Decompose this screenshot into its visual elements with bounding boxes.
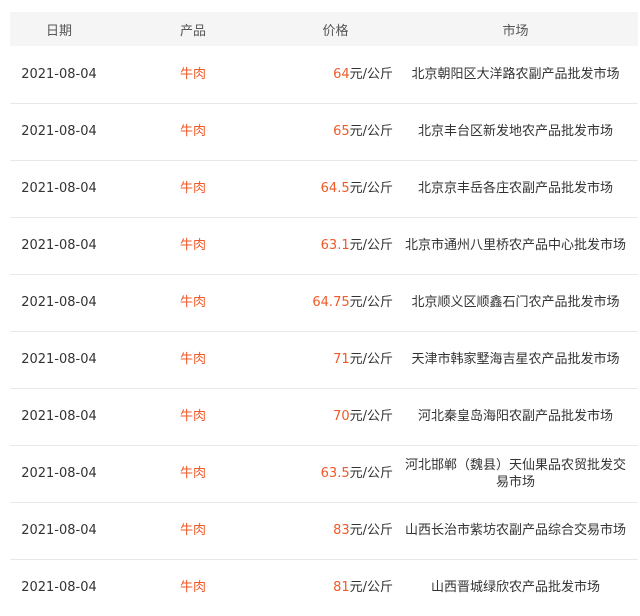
header-product: 产品 [179,23,206,39]
product-link[interactable]: 牛肉 [108,331,278,388]
date-cell: 2021-08-04 [21,580,97,596]
header-date: 日期 [45,23,72,39]
price-value: 71 [333,352,350,367]
product-link[interactable]: 牛肉 [108,502,278,559]
price-value: 70 [333,409,350,424]
product-link[interactable]: 牛肉 [108,103,278,160]
table-row: 2021-08-04 牛肉 71元/公斤 天津市韩家墅海吉星农产品批发市场 [10,331,638,388]
product-link[interactable]: 牛肉 [108,445,278,502]
table-row: 2021-08-04 牛肉 65元/公斤 北京丰台区新发地农产品批发市场 [10,103,638,160]
price-unit: 元/公斤 [349,466,393,481]
price-unit: 元/公斤 [349,580,393,596]
market-cell: 北京朝阳区大洋路农副产品批发市场 [411,66,620,82]
price-unit: 元/公斤 [349,238,393,253]
price-cell: 64.75元/公斤 [278,274,393,331]
table-row: 2021-08-04 牛肉 70元/公斤 河北秦皇岛海阳农副产品批发市场 [10,388,638,445]
price-cell: 70元/公斤 [278,388,393,445]
product-link[interactable]: 牛肉 [108,274,278,331]
market-cell: 北京市通州八里桥农产品中心批发市场 [404,238,626,253]
price-unit: 元/公斤 [349,352,393,367]
market-cell: 山西长治市紫坊农副产品综合交易市场 [404,523,626,538]
market-cell: 河北秦皇岛海阳农副产品批发市场 [417,409,613,424]
header-price: 价格 [322,23,349,39]
table-row: 2021-08-04 牛肉 63.5元/公斤 河北邯郸（魏县）天仙果品农贸批发交… [10,445,638,502]
price-value: 83 [333,523,350,538]
date-cell: 2021-08-04 [21,238,97,253]
date-cell: 2021-08-04 [21,181,97,196]
table-row: 2021-08-04 牛肉 64元/公斤 北京朝阳区大洋路农副产品批发市场 [10,46,638,103]
market-cell: 天津市韩家墅海吉星农产品批发市场 [411,352,620,367]
price-unit: 元/公斤 [349,409,393,424]
price-value: 64.75 [312,295,350,310]
header-market: 市场 [502,23,529,39]
product-link[interactable]: 牛肉 [108,559,278,616]
price-cell: 83元/公斤 [278,502,393,559]
price-unit: 元/公斤 [349,66,393,82]
price-value: 63.1 [320,238,350,253]
product-link[interactable]: 牛肉 [108,160,278,217]
price-unit: 元/公斤 [349,124,393,139]
price-value: 64.5 [320,181,350,196]
product-link[interactable]: 牛肉 [108,46,278,103]
table-row: 2021-08-04 牛肉 81元/公斤 山西晋城绿欣农产品批发市场 [10,559,638,616]
table-body: 2021-08-04 牛肉 64元/公斤 北京朝阳区大洋路农副产品批发市场 20… [10,46,638,616]
table-row: 2021-08-04 牛肉 63.1元/公斤 北京市通州八里桥农产品中心批发市场 [10,217,638,274]
header-row: 日期 产品 价格 市场 [10,12,638,46]
market-cell: 北京顺义区顺鑫石门农产品批发市场 [411,295,620,310]
product-link[interactable]: 牛肉 [108,217,278,274]
market-cell: 山西晋城绿欣农产品批发市场 [430,580,600,596]
price-unit: 元/公斤 [349,295,393,310]
price-value: 64 [333,66,350,82]
date-cell: 2021-08-04 [21,409,97,424]
table-row: 2021-08-04 牛肉 64.75元/公斤 北京顺义区顺鑫石门农产品批发市场 [10,274,638,331]
date-cell: 2021-08-04 [21,352,97,367]
product-link[interactable]: 牛肉 [108,388,278,445]
price-cell: 71元/公斤 [278,331,393,388]
market-cell: 北京丰台区新发地农产品批发市场 [417,124,613,139]
price-cell: 63.5元/公斤 [278,445,393,502]
table-row: 2021-08-04 牛肉 83元/公斤 山西长治市紫坊农副产品综合交易市场 [10,502,638,559]
date-cell: 2021-08-04 [21,466,97,481]
table-row: 2021-08-04 牛肉 64.5元/公斤 北京京丰岳各庄农副产品批发市场 [10,160,638,217]
price-cell: 64元/公斤 [278,46,393,103]
price-unit: 元/公斤 [349,181,393,196]
market-cell: 河北邯郸（魏县）天仙果品农贸批发交易市场 [404,457,626,490]
date-cell: 2021-08-04 [21,124,97,139]
date-cell: 2021-08-04 [21,66,97,82]
price-value: 63.5 [320,466,350,481]
price-cell: 63.1元/公斤 [278,217,393,274]
price-cell: 64.5元/公斤 [278,160,393,217]
date-cell: 2021-08-04 [21,523,97,538]
market-cell: 北京京丰岳各庄农副产品批发市场 [417,181,613,196]
price-value: 81 [333,580,350,596]
date-cell: 2021-08-04 [21,295,97,310]
price-value: 65 [333,124,350,139]
price-table: 日期 产品 价格 市场 2021-08-04 牛肉 64元/公斤 北京朝阳区大洋… [10,12,638,616]
table-header: 日期 产品 价格 市场 [10,12,638,46]
price-unit: 元/公斤 [349,523,393,538]
price-cell: 81元/公斤 [278,559,393,616]
price-cell: 65元/公斤 [278,103,393,160]
